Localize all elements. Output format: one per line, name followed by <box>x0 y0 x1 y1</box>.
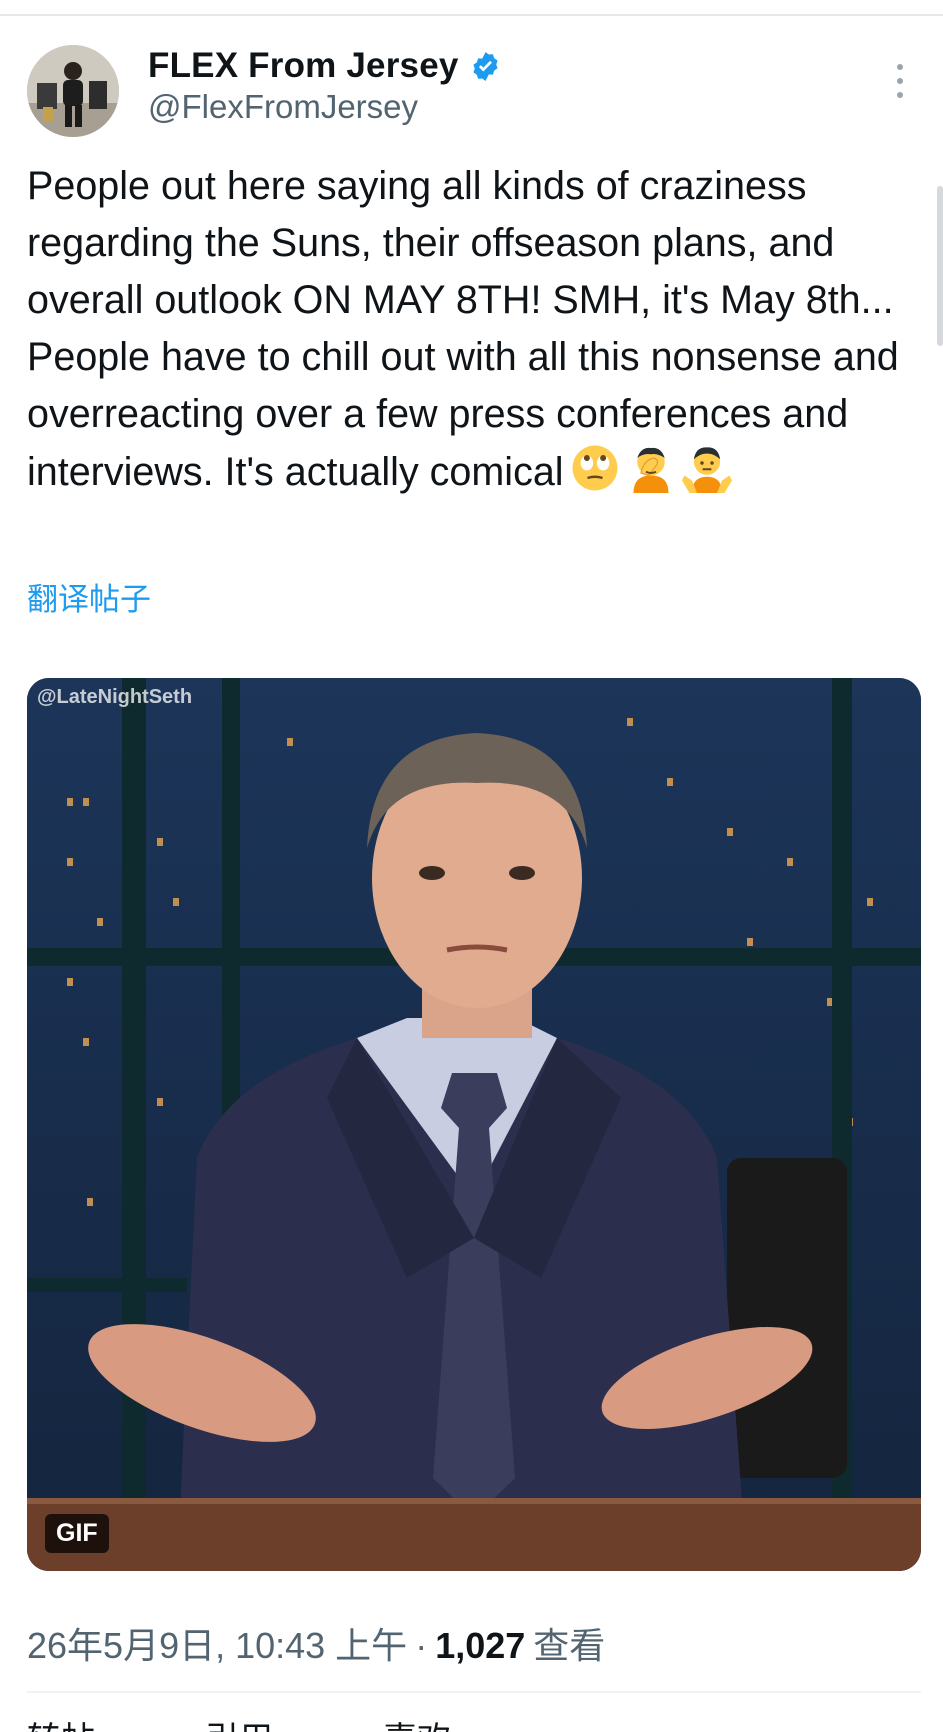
likes-label[interactable]: 喜欢 <box>383 1712 451 1732</box>
views-count[interactable]: 1,027 <box>435 1625 525 1667</box>
gif-media[interactable]: @LateNightSeth GIF <box>27 678 921 1571</box>
avatar-image <box>27 45 119 137</box>
emoji-row <box>570 443 732 493</box>
translate-post-link[interactable]: 翻译帖子 <box>27 574 151 619</box>
tweet-body: People out here saying all kinds of craz… <box>27 164 910 494</box>
author-handle[interactable]: @FlexFromJersey <box>148 88 418 126</box>
verified-badge-icon <box>469 50 502 83</box>
views-label: 查看 <box>533 1625 606 1666</box>
action-counts-row: 转帖 引用 喜欢 <box>27 1712 451 1732</box>
post-timestamp[interactable]: 26年5月9日, 10:43 上午 <box>27 1617 407 1669</box>
avatar[interactable] <box>27 45 119 137</box>
gif-image <box>27 678 921 1571</box>
tweet-text: People out here saying all kinds of craz… <box>27 158 917 501</box>
person-shrugging-icon <box>681 443 732 493</box>
bottom-divider <box>27 1691 921 1693</box>
author-name-row[interactable]: FLEX From Jersey <box>148 44 502 88</box>
meta-separator: · <box>415 1625 428 1666</box>
person-facepalming-icon <box>626 443 676 493</box>
gif-badge: GIF <box>45 1514 109 1553</box>
more-vertical-icon[interactable] <box>891 64 909 98</box>
scrollbar[interactable] <box>937 186 943 346</box>
media-watermark: @LateNightSeth <box>37 686 193 708</box>
top-divider <box>0 14 943 16</box>
post-meta: 26年5月9日, 10:43 上午 · 1,027 查看 <box>27 1617 605 1669</box>
face-with-rolling-eyes-icon <box>570 443 620 493</box>
author-display-name[interactable]: FLEX From Jersey <box>148 46 459 86</box>
reposts-label[interactable]: 转帖 <box>27 1712 95 1732</box>
quotes-label[interactable]: 引用 <box>205 1712 273 1732</box>
